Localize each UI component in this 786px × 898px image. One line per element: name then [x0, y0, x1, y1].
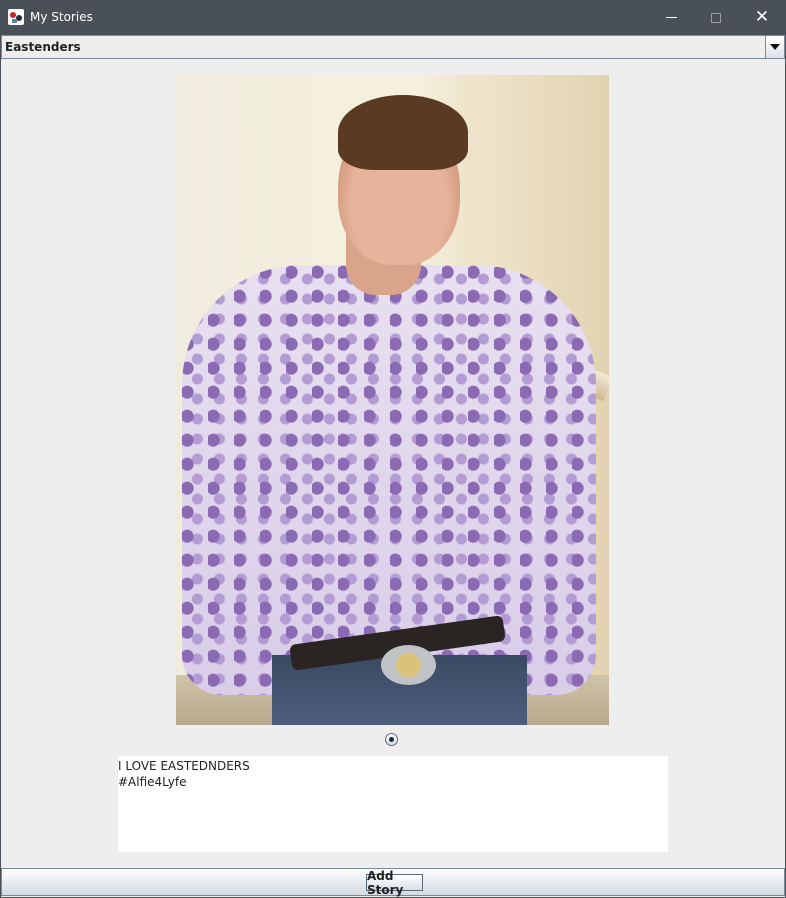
minimize-icon: [665, 17, 677, 18]
window-content: Eastenders I LOVE EASTEDNDERS #Alfie4Lyf…: [1, 35, 785, 897]
bottom-toolbar: Add Story: [1, 868, 785, 897]
close-icon: ✕: [754, 7, 770, 27]
add-story-button[interactable]: Add Story: [366, 869, 423, 897]
minimize-button[interactable]: [648, 0, 694, 35]
story-radio-button[interactable]: [385, 733, 398, 746]
story-text-area[interactable]: I LOVE EASTEDNDERS #Alfie4Lyfe: [118, 756, 668, 852]
maximize-icon: [711, 12, 721, 23]
story-photo: [176, 75, 609, 725]
close-button[interactable]: ✕: [739, 0, 785, 35]
story-selector-dropdown[interactable]: Eastenders: [1, 35, 785, 59]
title-bar: My Stories ✕: [0, 0, 786, 35]
app-icon: [8, 9, 24, 25]
radio-selected-dot: [389, 737, 394, 742]
story-text-line: I LOVE EASTEDNDERS: [118, 759, 250, 773]
window-title: My Stories: [30, 10, 93, 24]
maximize-button[interactable]: [693, 0, 739, 35]
story-selector-value: Eastenders: [5, 40, 81, 54]
dropdown-arrow-button[interactable]: [765, 36, 784, 58]
chevron-down-icon: [770, 44, 780, 50]
story-text-line: #Alfie4Lyfe: [118, 775, 187, 789]
